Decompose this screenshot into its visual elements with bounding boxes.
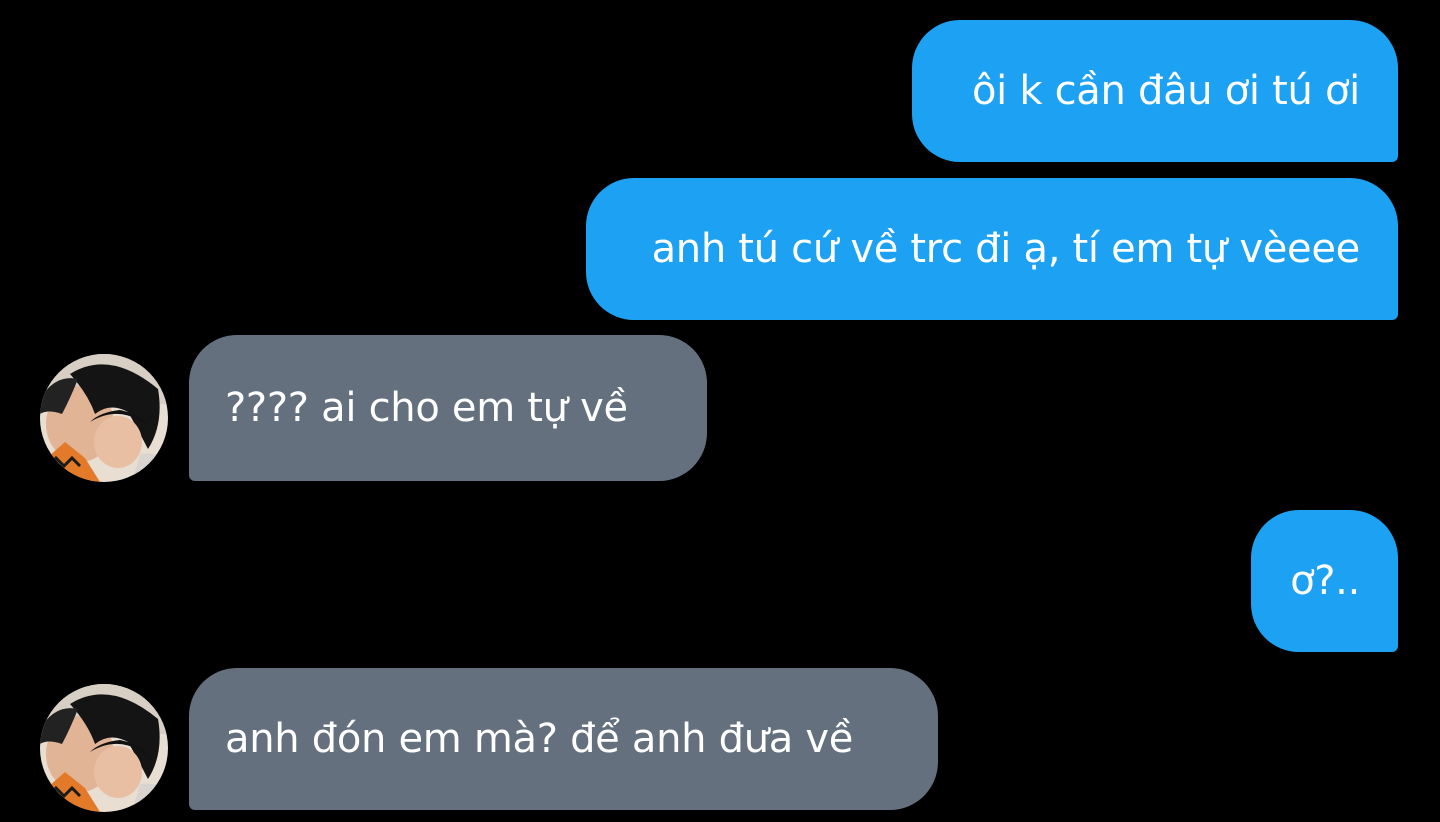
- message-bubble-sent[interactable]: ơ?..: [1251, 510, 1398, 652]
- avatar-photo-icon: [40, 354, 168, 482]
- message-text: ơ?..: [1290, 558, 1360, 604]
- contact-avatar[interactable]: [40, 354, 168, 482]
- message-bubble-sent[interactable]: ôi k cần đâu ơi tú ơi: [912, 20, 1398, 162]
- message-text: anh đón em mà? để anh đưa về: [225, 716, 854, 762]
- avatar-photo-icon: [40, 684, 168, 812]
- message-text: ???? ai cho em tự về: [225, 385, 628, 431]
- contact-avatar[interactable]: [40, 684, 168, 812]
- message-bubble-sent[interactable]: anh tú cứ về trc đi ạ, tí em tự vèeee: [586, 178, 1398, 320]
- message-text: ôi k cần đâu ơi tú ơi: [971, 68, 1360, 114]
- message-bubble-received[interactable]: ???? ai cho em tự về: [189, 335, 707, 481]
- message-bubble-received[interactable]: anh đón em mà? để anh đưa về: [189, 668, 938, 810]
- message-text: anh tú cứ về trc đi ạ, tí em tự vèeee: [651, 226, 1361, 272]
